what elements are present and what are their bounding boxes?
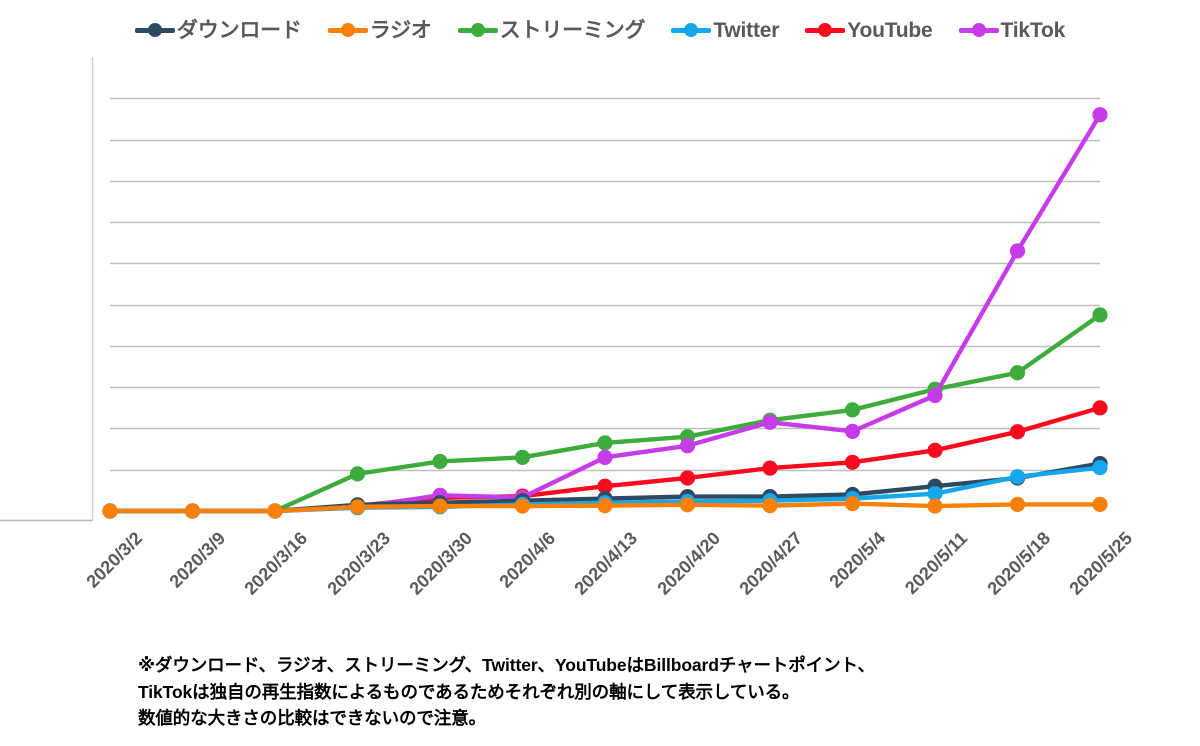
data-point[interactable] — [597, 435, 613, 451]
data-point[interactable] — [679, 497, 696, 513]
data-point[interactable] — [514, 449, 531, 465]
data-point[interactable] — [927, 442, 943, 458]
data-point[interactable] — [844, 454, 861, 470]
data-point[interactable] — [762, 498, 778, 514]
data-point[interactable] — [1009, 365, 1026, 381]
data-point[interactable] — [432, 453, 448, 470]
data-point[interactable] — [514, 498, 531, 514]
plot-svg — [0, 57, 1108, 522]
data-point[interactable] — [844, 423, 861, 439]
data-point[interactable] — [1009, 424, 1026, 440]
data-point[interactable] — [1092, 307, 1108, 323]
data-point[interactable] — [844, 402, 861, 418]
data-point[interactable] — [102, 503, 118, 519]
data-point[interactable] — [184, 503, 201, 519]
data-point[interactable] — [1092, 460, 1108, 476]
data-point[interactable] — [1009, 243, 1026, 259]
data-point[interactable] — [927, 387, 943, 404]
data-point[interactable] — [679, 438, 696, 454]
data-point[interactable] — [597, 498, 613, 514]
data-point[interactable] — [762, 460, 778, 476]
footnote-line: ※ダウンロード、ラジオ、ストリーミング、Twitter、YouTubeはBill… — [138, 655, 875, 675]
data-point[interactable] — [1009, 496, 1026, 512]
footnote-line: 数値的な大きさの比較はできないので注意。 — [138, 708, 486, 729]
data-point[interactable] — [1092, 107, 1108, 123]
series-ラジオ — [102, 495, 1108, 519]
data-point[interactable] — [349, 499, 366, 515]
chart-footnote: ※ダウンロード、ラジオ、ストリーミング、Twitter、YouTubeはBill… — [138, 652, 1138, 732]
data-point[interactable] — [1092, 496, 1108, 512]
data-point[interactable] — [597, 449, 613, 465]
series-TikTok — [102, 107, 1108, 519]
data-point[interactable] — [349, 466, 366, 482]
data-point[interactable] — [844, 495, 861, 512]
gridlines — [110, 97, 1100, 472]
plot-area: 2020/3/2 2020/3/9 2020/3/16 2020/3/23 2020/3… — [0, 0, 1200, 640]
data-point[interactable] — [432, 498, 448, 514]
data-point[interactable] — [1009, 469, 1026, 485]
footnote-line: TikTokは独自の再生指数によるものであるためそれぞれ別の軸にして表示している… — [138, 681, 800, 702]
data-point[interactable] — [762, 414, 778, 430]
data-point[interactable] — [1092, 400, 1108, 416]
data-point[interactable] — [927, 498, 943, 514]
data-point[interactable] — [679, 470, 696, 486]
data-point[interactable] — [267, 503, 283, 519]
line-chart: ダウンロード ラジオ ストリーミング Twitter YouTube TikTok 202… — [0, 0, 1200, 746]
